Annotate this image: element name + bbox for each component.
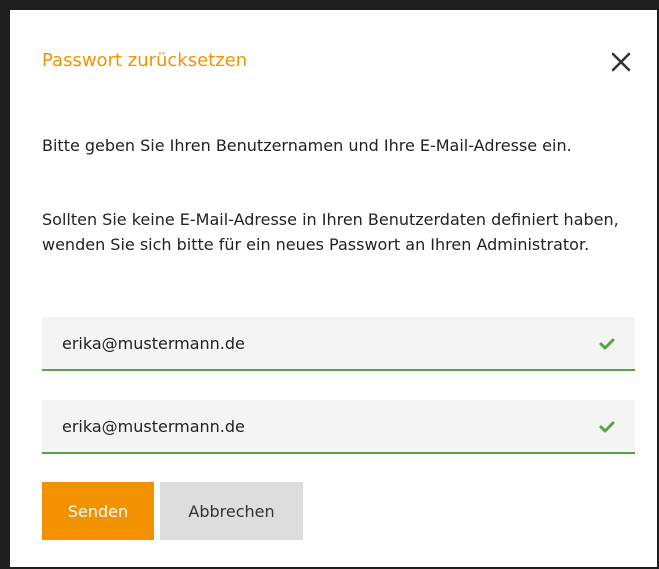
password-reset-dialog: Passwort zurücksetzen Bitte geben Sie Ih…	[10, 10, 657, 567]
username-field	[42, 317, 635, 371]
close-button[interactable]	[607, 48, 635, 76]
email-input[interactable]	[62, 400, 582, 452]
dialog-title: Passwort zurücksetzen	[42, 50, 248, 71]
window-top-bar	[0, 0, 659, 10]
username-input[interactable]	[62, 317, 582, 369]
send-button[interactable]: Senden	[42, 482, 154, 540]
checkmark-icon	[599, 338, 615, 350]
email-field	[42, 400, 635, 454]
admin-hint-text: Sollten Sie keine E-Mail-Adresse in Ihre…	[42, 210, 619, 254]
checkmark-icon	[599, 421, 615, 433]
instruction-text: Bitte geben Sie Ihren Benutzernamen und …	[42, 136, 572, 155]
close-icon	[611, 52, 631, 72]
window-left-edge	[0, 0, 10, 569]
window-frame: Passwort zurücksetzen Bitte geben Sie Ih…	[0, 0, 659, 569]
cancel-button[interactable]: Abbrechen	[160, 482, 303, 540]
